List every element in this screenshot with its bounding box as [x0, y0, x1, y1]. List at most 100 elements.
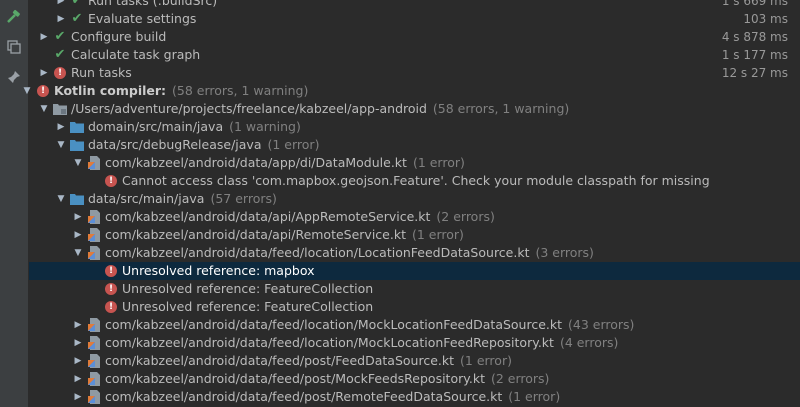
expand-arrow-right-icon[interactable]: ▶: [56, 118, 66, 136]
expand-arrow-right-icon[interactable]: ▶: [56, 10, 66, 28]
tree-row[interactable]: ▶ domain/src/main/java (1 warning): [29, 118, 800, 136]
row-title: data/src/main/java: [88, 191, 205, 206]
row-count: (3 errors): [535, 245, 594, 260]
expand-arrow-down-icon[interactable]: ▼: [56, 136, 66, 154]
tree-row[interactable]: ▼ com/kabzeel/android/data/feed/location/…: [29, 244, 800, 262]
folder-icon: [70, 192, 84, 206]
row-count: (43 errors): [568, 317, 635, 332]
row-count: (58 errors, 1 warning): [172, 83, 309, 98]
kotlin-file-icon: [87, 372, 101, 386]
tree-row[interactable]: ▼ data/src/main/java (57 errors): [29, 190, 800, 208]
tree-row[interactable]: ▼ data/src/debugRelease/java (1 error): [29, 136, 800, 154]
expand-arrow-right-icon[interactable]: ▶: [73, 370, 83, 388]
error-icon: !: [104, 300, 118, 314]
row-title: com/kabzeel/android/data/feed/location/M…: [105, 317, 563, 332]
row-title: Kotlin compiler:: [54, 83, 167, 98]
expand-arrow-right-icon[interactable]: ▶: [73, 316, 83, 334]
row-title: Calculate task graph: [71, 47, 201, 62]
row-label: Unresolved reference: FeatureCollection: [122, 298, 373, 316]
tree-row[interactable]: ▼! Kotlin compiler: (58 errors, 1 warning): [24, 82, 800, 100]
row-count: (57 errors): [210, 191, 277, 206]
error-icon: !: [36, 84, 50, 98]
expand-arrow-down-icon[interactable]: ▼: [39, 100, 49, 118]
expand-arrow-right-icon[interactable]: ▶: [39, 28, 49, 46]
kotlin-file-icon: [87, 210, 101, 224]
module-folder-icon: [53, 102, 67, 116]
row-title: com/kabzeel/android/data/api/AppRemoteSe…: [105, 209, 431, 224]
tree-row[interactable]: ▶ com/kabzeel/android/data/feed/location/…: [29, 316, 800, 334]
expand-arrow-right-icon[interactable]: ▶: [73, 388, 83, 406]
expand-arrow-down-icon[interactable]: ▼: [22, 82, 32, 100]
left-toolbar: [0, 0, 29, 407]
kotlin-file-icon: [87, 390, 101, 404]
row-label: Run tasks (:buildSrc): [88, 0, 217, 10]
row-title: Unresolved reference: FeatureCollection: [122, 281, 374, 296]
expand-arrow-right-icon[interactable]: ▶: [73, 352, 83, 370]
expand-arrow-down-icon[interactable]: ▼: [56, 190, 66, 208]
row-label: com/kabzeel/android/data/feed/post/Remot…: [105, 388, 560, 406]
row-count: (4 errors): [559, 335, 619, 350]
kotlin-file-icon: [87, 156, 101, 170]
row-count: (1 error): [460, 353, 512, 368]
row-title: com/kabzeel/android/data/feed/location/L…: [105, 245, 530, 260]
tree-row[interactable]: ! Unresolved reference: mapbox: [29, 262, 800, 280]
row-title: com/kabzeel/android/data/feed/location/M…: [105, 335, 554, 350]
row-title: Run tasks (:buildSrc): [88, 0, 218, 8]
row-title: com/kabzeel/android/data/app/di/DataModu…: [105, 155, 407, 170]
tree-row[interactable]: ▶! Run tasks 12 s 27 ms: [29, 64, 800, 82]
expand-arrow-right-icon[interactable]: ▶: [56, 0, 66, 10]
tree-row[interactable]: ▶ com/kabzeel/android/data/api/RemoteServ…: [29, 226, 800, 244]
folder-icon: [70, 120, 84, 134]
row-label: Kotlin compiler: (58 errors, 1 warning): [54, 82, 308, 100]
row-duration: 1 s 669 ms: [721, 0, 788, 8]
row-label: Run tasks: [71, 64, 132, 82]
kotlin-file-icon: [87, 228, 101, 242]
tree-row[interactable]: ! Unresolved reference: FeatureCollection: [29, 298, 800, 316]
tree-row[interactable]: ▶ ✔ Configure build 4 s 878 ms: [29, 28, 800, 46]
pin-icon[interactable]: [5, 68, 23, 86]
expand-arrow-down-icon[interactable]: ▼: [73, 154, 83, 172]
tree-row[interactable]: ▶ ✔ Evaluate settings 103 ms: [29, 10, 800, 28]
build-output-tree: ▶ ✔ Run tasks (:buildSrc) 1 s 669 ms ▶ ✔ Evalu…: [24, 0, 800, 406]
hammer-icon[interactable]: [5, 8, 23, 26]
expand-arrow-right-icon[interactable]: ▶: [73, 208, 83, 226]
row-count: (1 warning): [229, 119, 301, 134]
expand-arrow-down-icon[interactable]: ▼: [73, 244, 83, 262]
tree-row[interactable]: ▶ ✔ Run tasks (:buildSrc) 1 s 669 ms: [29, 0, 800, 10]
tree-row[interactable]: ! Unresolved reference: FeatureCollection: [29, 280, 800, 298]
row-title: Unresolved reference: FeatureCollection: [122, 299, 374, 314]
row-count: (1 error): [267, 137, 320, 152]
expand-arrow-right-icon[interactable]: ▶: [73, 226, 83, 244]
success-check-icon: ✔: [54, 47, 66, 62]
tree-row[interactable]: ▶ com/kabzeel/android/data/feed/post/Mock…: [29, 370, 800, 388]
tree-row[interactable]: ▼ /Users/adventure/projects/freelance/kab…: [29, 100, 800, 118]
tree-row[interactable]: ▼ com/kabzeel/android/data/app/di/DataMod…: [29, 154, 800, 172]
row-label: Calculate task graph: [71, 46, 200, 64]
row-title: Unresolved reference: mapbox: [122, 263, 315, 278]
success-check-icon: ✔: [71, 11, 83, 26]
row-label: /Users/adventure/projects/freelance/kabz…: [71, 100, 569, 118]
success-check-icon: ✔: [71, 0, 83, 8]
tree-row[interactable]: ▶ com/kabzeel/android/data/feed/post/Remo…: [29, 388, 800, 406]
tree-row[interactable]: ▶ com/kabzeel/android/data/feed/post/Feed…: [29, 352, 800, 370]
tree-row[interactable]: ▶ com/kabzeel/android/data/api/AppRemoteS…: [29, 208, 800, 226]
row-label: data/src/main/java (57 errors): [88, 190, 277, 208]
error-icon: !: [104, 174, 118, 188]
row-duration: 1 s 177 ms: [721, 48, 788, 62]
expand-arrow-right-icon[interactable]: ▶: [39, 64, 49, 82]
row-label: com/kabzeel/android/data/api/AppRemoteSe…: [105, 208, 495, 226]
row-label: com/kabzeel/android/data/feed/location/M…: [105, 334, 618, 352]
row-label: Evaluate settings: [88, 10, 196, 28]
restore-layout-icon[interactable]: [5, 38, 23, 56]
row-count: (1 error): [508, 389, 561, 404]
tree-row[interactable]: ! Cannot access class 'com.mapbox.geojson…: [29, 172, 800, 190]
tree-row[interactable]: ✔ Calculate task graph 1 s 177 ms: [29, 46, 800, 64]
row-label: com/kabzeel/android/data/feed/location/L…: [105, 244, 594, 262]
row-label: Unresolved reference: FeatureCollection: [122, 280, 373, 298]
row-title: domain/src/main/java: [88, 119, 224, 134]
row-label: Unresolved reference: mapbox: [122, 262, 315, 280]
expand-arrow-right-icon[interactable]: ▶: [73, 334, 83, 352]
row-label: domain/src/main/java (1 warning): [88, 118, 301, 136]
row-label: com/kabzeel/android/data/app/di/DataModu…: [105, 154, 465, 172]
tree-row[interactable]: ▶ com/kabzeel/android/data/feed/location/…: [29, 334, 800, 352]
